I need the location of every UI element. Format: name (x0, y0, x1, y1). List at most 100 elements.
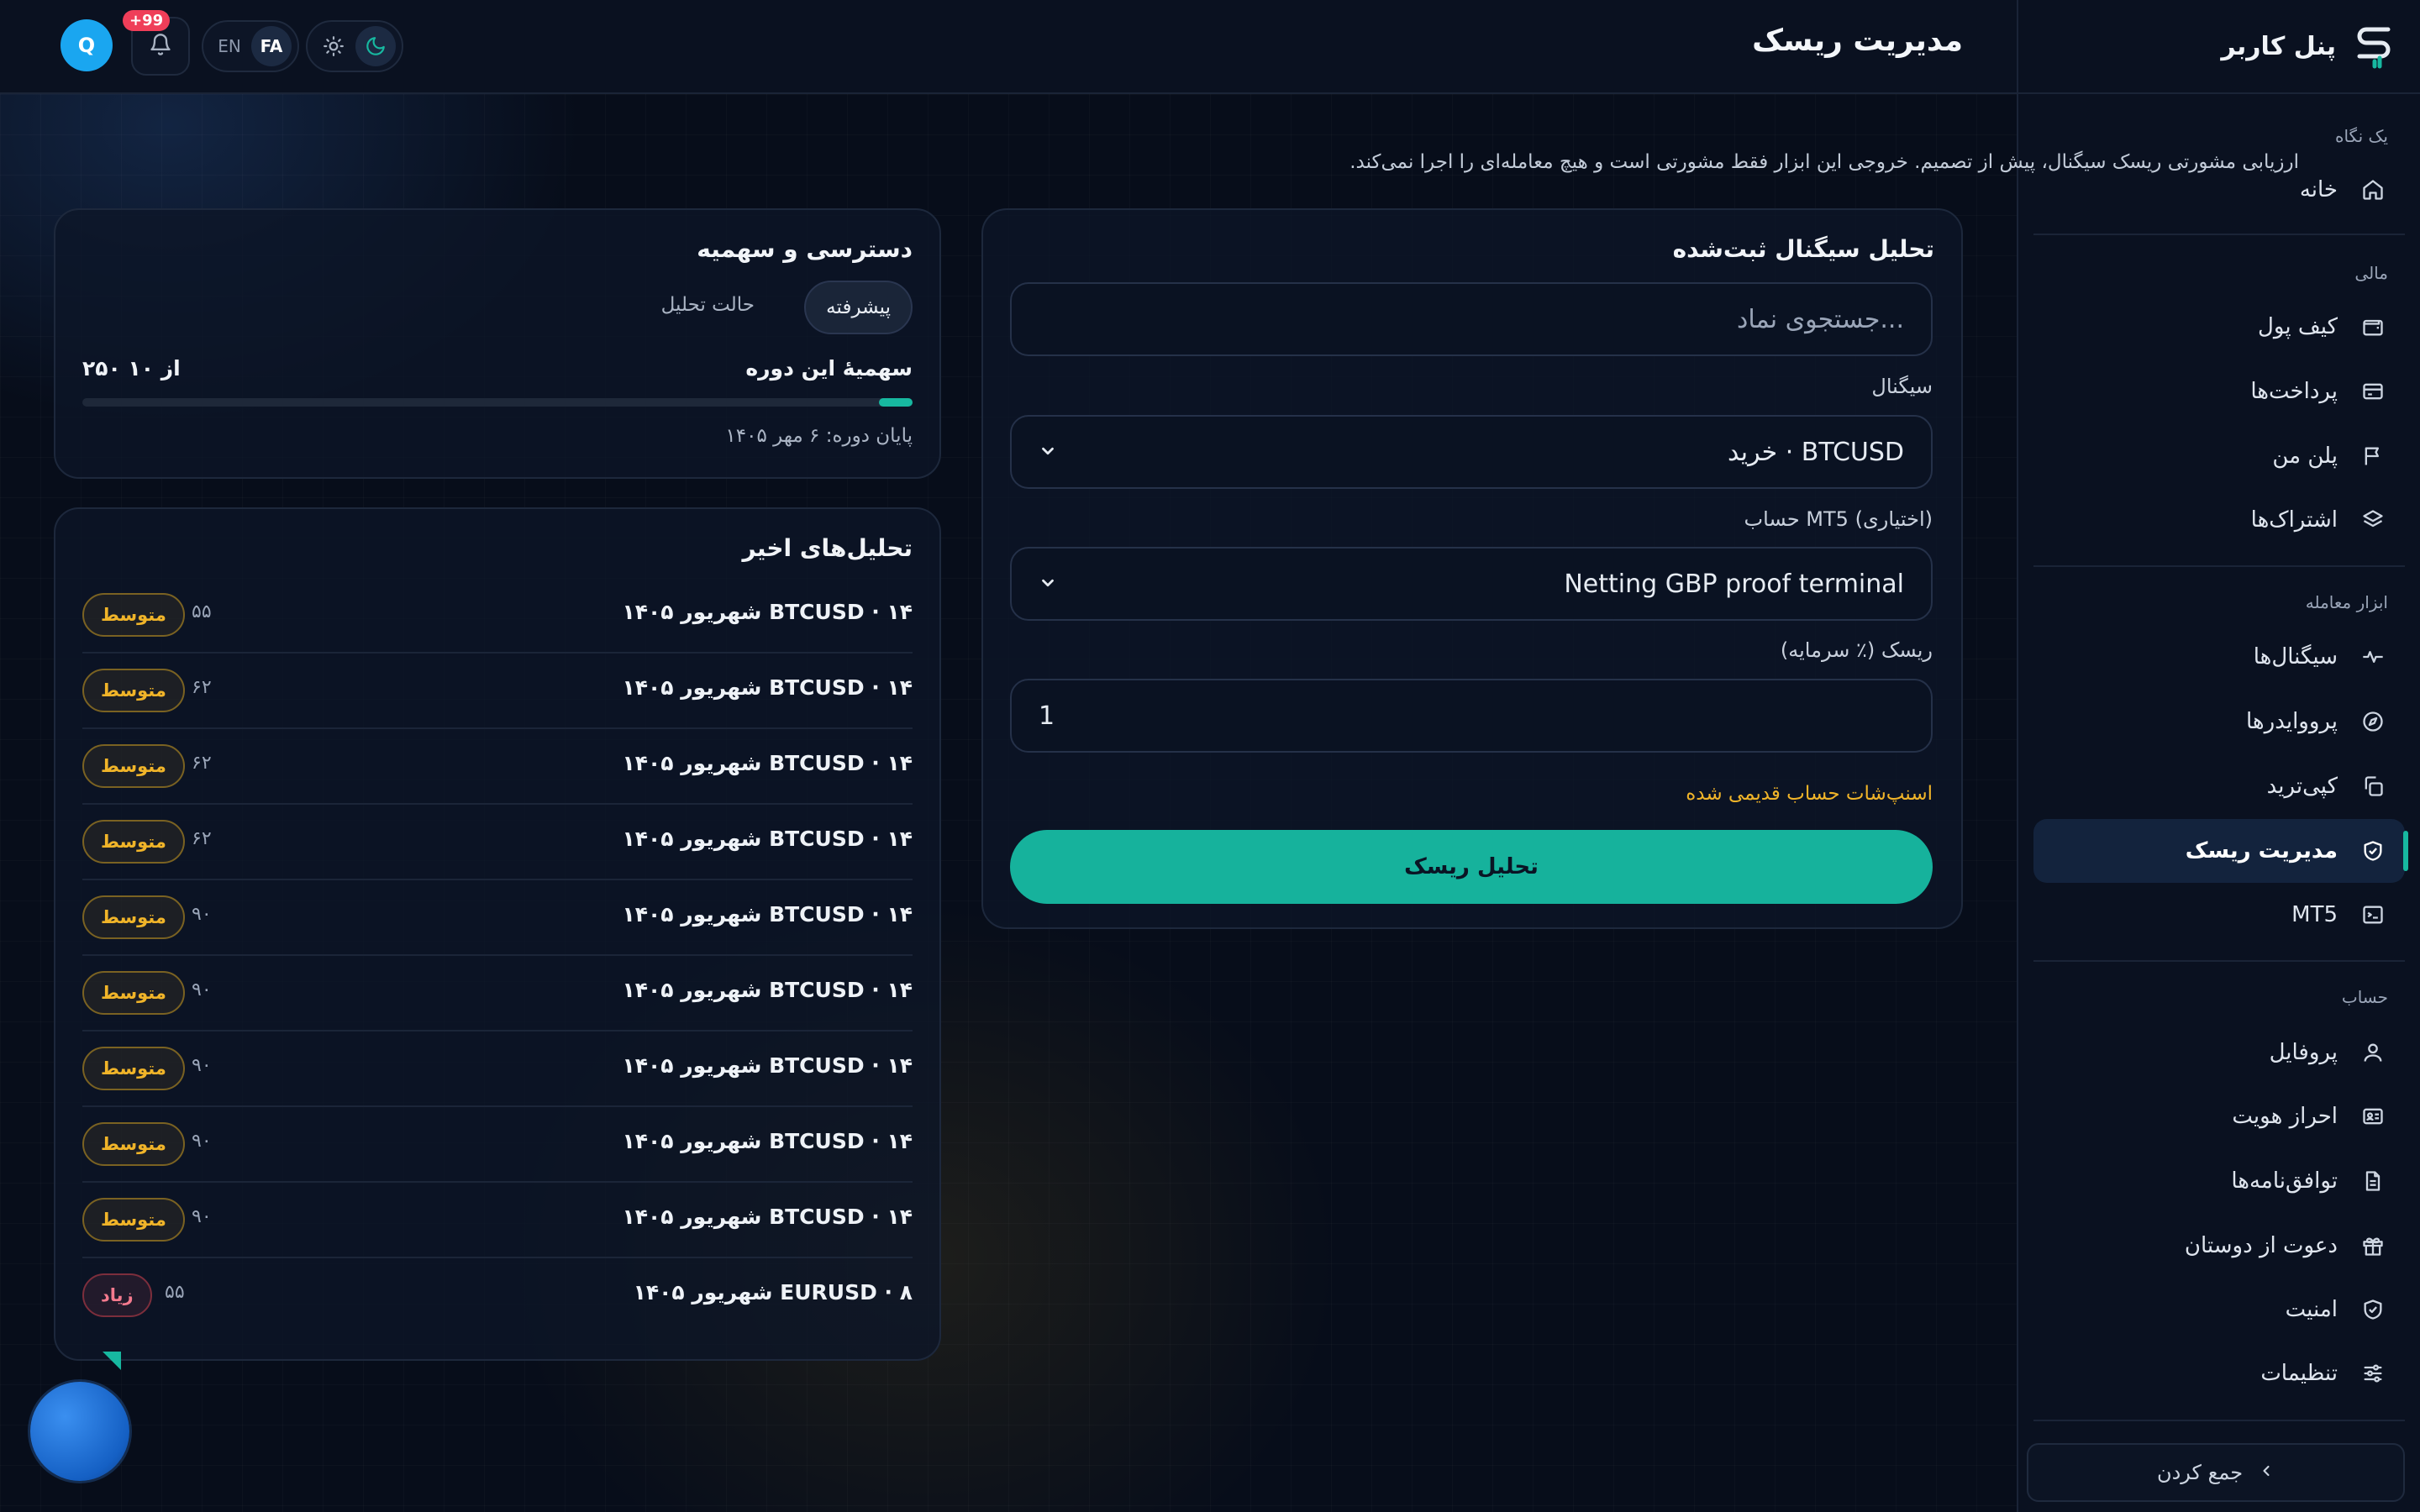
bell-icon (149, 33, 172, 60)
analysis-mode-chip[interactable]: پیشرفته (804, 281, 913, 334)
sidebar-item-label: دعوت از دوستان (2184, 1233, 2338, 1258)
signal-label: سیگنال (1871, 375, 1933, 398)
risk-level-badge: متوسط (82, 895, 185, 939)
section-account: حساب (2341, 987, 2388, 1007)
recent-analyses-card: تحلیل‌های اخیر BTCUSD · ۱۴ شهریور ۱۴۰۵ ۵۵… (54, 507, 941, 1361)
recent-analysis-row[interactable]: BTCUSD · ۱۴ شهریور ۱۴۰۵ ۹۰ متوسط (82, 956, 913, 1032)
assistant-status-icon (99, 1348, 124, 1373)
risk-label: ریسک (٪ سرمایه) (1780, 638, 1933, 662)
recent-analyses-list: BTCUSD · ۱۴ شهریور ۱۴۰۵ ۵۵ متوسط BTCUSD · ۱… (55, 578, 939, 1359)
section-finance: مالی (2354, 263, 2388, 283)
risk-score: ۶۲ (192, 753, 212, 774)
recent-analysis-row[interactable]: BTCUSD · ۱۴ شهریور ۱۴۰۵ ۶۲ متوسط (82, 805, 913, 880)
sun-icon[interactable] (313, 26, 354, 66)
sidebar-item-security[interactable]: امنیت (2033, 1278, 2405, 1341)
sidebar-item-risk-management[interactable]: مدیریت ریسک (2033, 819, 2408, 883)
recent-analysis-row[interactable]: BTCUSD · ۱۴ شهریور ۱۴۰۵ ۶۲ متوسط (82, 654, 913, 729)
collapse-sidebar-button[interactable]: جمع کردن (2027, 1443, 2405, 1502)
risk-score: ۹۰ (192, 1206, 212, 1227)
moon-icon[interactable] (355, 26, 396, 66)
mt5-account-label: حساب MT5 (اختیاری) (1744, 507, 1933, 531)
language-switch[interactable]: EN FA (202, 20, 299, 72)
recent-analysis-row[interactable]: BTCUSD · ۱۴ شهریور ۱۴۰۵ ۵۵ متوسط (82, 578, 913, 654)
signal-select[interactable]: BTCUSD · خرید (1010, 415, 1933, 489)
sidebar-item-kyc[interactable]: احراز هویت (2033, 1084, 2405, 1148)
sidebar: پنل کاربر یک نگاه خانه مالی کیف پول پردا… (2017, 0, 2420, 1512)
analyze-risk-button[interactable]: تحلیل ریسک (1010, 830, 1933, 904)
assistant-orb-button[interactable] (30, 1382, 129, 1481)
risk-score: ۶۲ (192, 828, 212, 849)
sidebar-item-profile[interactable]: پروفایل (2033, 1021, 2405, 1084)
analysis-mode-label: حالت تحلیل (660, 294, 755, 316)
sidebar-item-signals[interactable]: سیگنال‌ها (2033, 625, 2405, 689)
quota-period-label: سهمیهٔ این دوره (745, 356, 913, 381)
sidebar-item-label: پلن من (2272, 444, 2338, 469)
sidebar-item-mt5[interactable]: MT5 (2033, 883, 2405, 947)
section-overview: یک نگاه (2334, 126, 2388, 146)
risk-percent-input[interactable]: 1 (1010, 679, 1933, 753)
sidebar-item-providers[interactable]: پرووایدرها (2033, 690, 2405, 753)
theme-switch[interactable] (306, 20, 403, 72)
page-title: مدیریت ریسک (1752, 24, 1963, 58)
risk-level-badge: متوسط (82, 593, 185, 637)
sliders-icon (2360, 1360, 2386, 1387)
sidebar-header: پنل کاربر (2018, 0, 2420, 94)
sidebar-divider (2033, 960, 2405, 962)
brand-logo-icon (2353, 23, 2395, 70)
risk-level-badge: زیاد (82, 1273, 152, 1317)
sidebar-item-invite-friends[interactable]: دعوت از دوستان (2033, 1214, 2405, 1278)
sidebar-divider (2033, 565, 2405, 567)
quota-progress-bar (82, 398, 913, 407)
analysis-symbol-date: EURUSD · ۸ شهریور ۱۴۰۵ (633, 1280, 913, 1305)
risk-score: ۹۰ (192, 1131, 212, 1152)
sidebar-item-label: امنیت (2285, 1297, 2338, 1322)
sidebar-item-label: احراز هویت (2232, 1104, 2338, 1129)
card-icon (2360, 378, 2386, 405)
sidebar-item-label: تنظیمات (2260, 1361, 2338, 1386)
sidebar-divider (2033, 1420, 2405, 1421)
analysis-symbol-date: BTCUSD · ۱۴ شهریور ۱۴۰۵ (622, 1053, 913, 1078)
sidebar-item-subscriptions[interactable]: اشتراک‌ها (2033, 488, 2405, 552)
recent-analysis-row[interactable]: BTCUSD · ۱۴ شهریور ۱۴۰۵ ۹۰ متوسط (82, 1107, 913, 1183)
card-title: دسترسی و سهمیه (697, 235, 913, 263)
sidebar-item-wallet[interactable]: کیف پول (2033, 295, 2405, 359)
card-title: تحلیل سیگنال ثبت‌شده (1672, 235, 1934, 263)
sidebar-item-label: مدیریت ریسک (2185, 838, 2338, 864)
terminal-icon (2360, 901, 2386, 928)
shield-check-icon (2360, 837, 2386, 864)
sidebar-item-label: خانه (2299, 177, 2338, 202)
risk-level-badge: متوسط (82, 971, 185, 1015)
avatar[interactable]: Q (60, 19, 113, 71)
user-icon (2360, 1039, 2386, 1066)
recent-analysis-row[interactable]: BTCUSD · ۱۴ شهریور ۱۴۰۵ ۶۲ متوسط (82, 729, 913, 805)
mt5-account-select[interactable]: Netting GBP proof terminal (1010, 547, 1933, 621)
sidebar-item-label: پرووایدرها (2246, 709, 2338, 734)
risk-level-badge: متوسط (82, 1198, 185, 1242)
sidebar-divider (2033, 234, 2405, 235)
sidebar-item-copytrade[interactable]: کپی‌ترید (2033, 754, 2405, 818)
recent-analysis-row[interactable]: BTCUSD · ۱۴ شهریور ۱۴۰۵ ۹۰ متوسط (82, 880, 913, 956)
recent-analysis-row[interactable]: BTCUSD · ۱۴ شهریور ۱۴۰۵ ۹۰ متوسط (82, 1183, 913, 1258)
symbol-search-input[interactable] (1039, 304, 1904, 334)
sidebar-item-payments[interactable]: پرداخت‌ها (2033, 360, 2405, 423)
notification-count-badge: +99 (123, 10, 171, 31)
sidebar-item-label: پروفایل (2269, 1040, 2338, 1065)
analysis-symbol-date: BTCUSD · ۱۴ شهریور ۱۴۰۵ (622, 827, 913, 851)
risk-level-badge: متوسط (82, 744, 185, 788)
symbol-search-field[interactable] (1010, 282, 1933, 356)
lang-option-fa[interactable]: FA (251, 26, 292, 66)
sidebar-item-settings[interactable]: تنظیمات (2033, 1341, 2405, 1405)
risk-level-badge: متوسط (82, 1122, 185, 1166)
recent-analysis-row[interactable]: EURUSD · ۸ شهریور ۱۴۰۵ ۵۵ زیاد (82, 1258, 913, 1334)
sidebar-item-agreements[interactable]: توافق‌نامه‌ها (2033, 1149, 2405, 1213)
quota-progress-fill (879, 398, 913, 407)
risk-score: ۵۵ (192, 601, 212, 622)
sidebar-item-my-plan[interactable]: پلن من (2033, 424, 2405, 488)
lang-option-en[interactable]: EN (209, 26, 250, 66)
risk-score: ۶۲ (192, 677, 212, 698)
sidebar-item-label: پرداخت‌ها (2250, 379, 2338, 404)
compass-icon (2360, 708, 2386, 735)
risk-level-badge: متوسط (82, 1047, 185, 1090)
recent-analysis-row[interactable]: BTCUSD · ۱۴ شهریور ۱۴۰۵ ۹۰ متوسط (82, 1032, 913, 1107)
home-icon (2360, 176, 2386, 203)
